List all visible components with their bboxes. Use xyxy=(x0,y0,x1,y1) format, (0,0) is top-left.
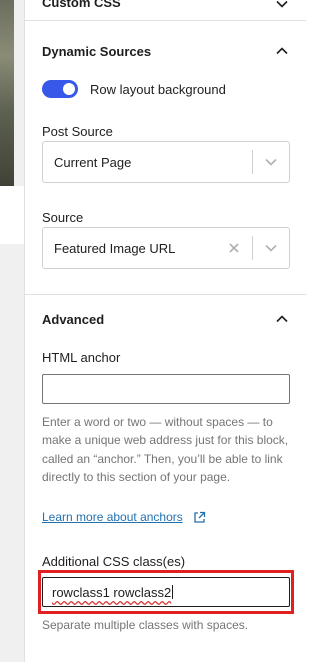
source-value: Featured Image URL xyxy=(54,241,176,256)
css-class-label: Additional CSS class(es) xyxy=(42,554,186,569)
source-select[interactable]: Featured Image URL xyxy=(42,227,290,269)
text-caret xyxy=(172,585,174,599)
block-settings-sidebar: Custom CSS Dynamic Sources Row layout ba… xyxy=(24,0,306,662)
post-source-select[interactable]: Current Page xyxy=(42,141,290,183)
panel-divider xyxy=(25,20,306,21)
background-image-preview xyxy=(0,0,14,186)
chevron-up-icon[interactable] xyxy=(275,312,289,326)
css-class-input[interactable]: rowclass1 rowclass2 xyxy=(42,577,290,607)
panel-divider xyxy=(25,294,306,295)
css-class-value: rowclass1 rowclass2 xyxy=(52,585,174,600)
row-layout-background-toggle[interactable] xyxy=(42,80,78,98)
chevron-down-icon[interactable] xyxy=(275,0,289,11)
editor-canvas-edge xyxy=(0,0,24,662)
custom-css-panel-title[interactable]: Custom CSS xyxy=(42,0,121,10)
advanced-panel-title[interactable]: Advanced xyxy=(42,312,104,327)
dynamic-sources-panel-title[interactable]: Dynamic Sources xyxy=(42,44,151,59)
post-source-value: Current Page xyxy=(54,155,132,170)
canvas-white-area xyxy=(0,186,24,244)
chevron-up-icon[interactable] xyxy=(275,44,289,58)
toggle-knob xyxy=(63,83,75,95)
html-anchor-label: HTML anchor xyxy=(42,350,121,365)
html-anchor-help: Enter a word or two — without spaces — t… xyxy=(42,415,289,484)
external-link-icon[interactable] xyxy=(193,511,206,524)
clear-icon[interactable] xyxy=(227,241,241,255)
select-separator xyxy=(252,236,253,260)
css-class-help: Separate multiple classes with spaces. xyxy=(42,618,249,632)
source-label: Source xyxy=(42,210,84,225)
learn-more-anchors-link[interactable]: Learn more about anchors xyxy=(42,510,183,524)
chevron-down-icon[interactable] xyxy=(264,155,278,169)
html-anchor-input[interactable] xyxy=(42,374,290,404)
select-separator xyxy=(252,150,253,174)
post-source-label: Post Source xyxy=(42,124,113,139)
chevron-down-icon[interactable] xyxy=(264,241,278,255)
toggle-label: Row layout background xyxy=(90,82,226,97)
